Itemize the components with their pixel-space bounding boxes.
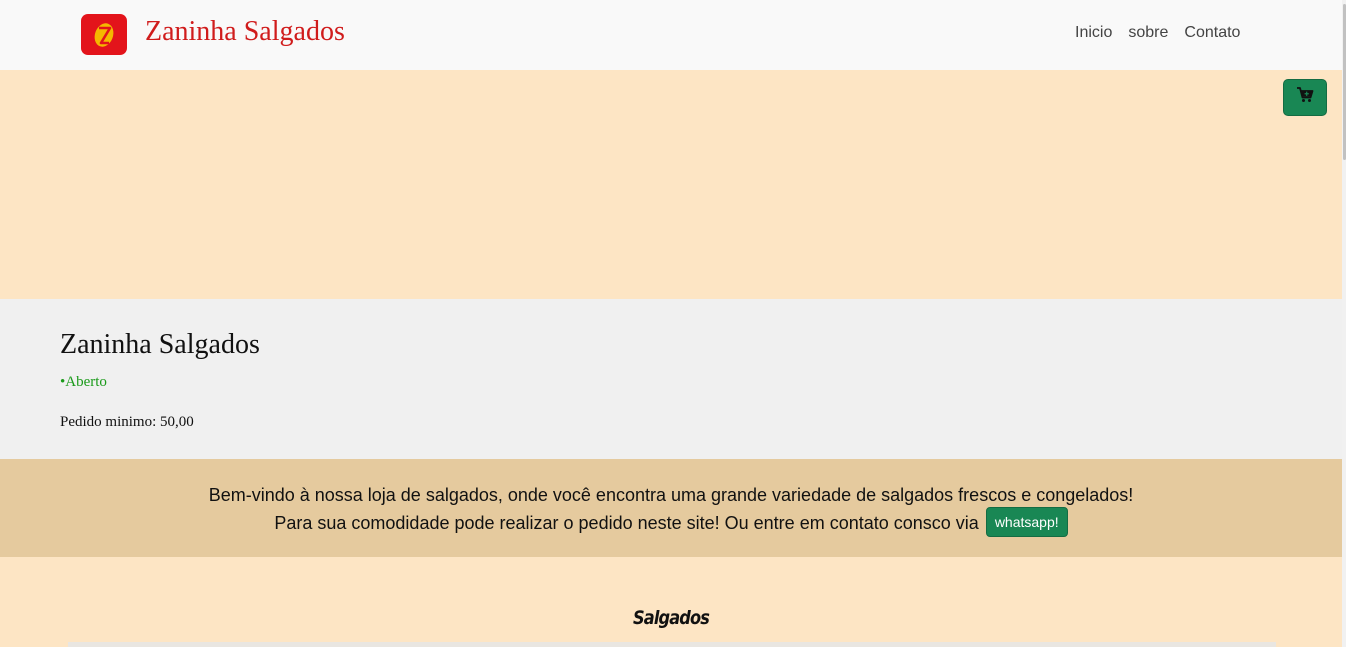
nav-link-sobre[interactable]: sobre xyxy=(1128,24,1168,42)
hero-banner xyxy=(0,70,1342,299)
nav-link-inicio[interactable]: Inicio xyxy=(1075,24,1112,42)
z-logo-icon[interactable] xyxy=(81,14,127,55)
brand-name[interactable]: Zaninha Salgados xyxy=(145,16,345,48)
minimum-order: Pedido minimo: 50,00 xyxy=(60,414,194,430)
store-name: Zaninha Salgados xyxy=(60,329,260,360)
section-divider xyxy=(68,642,1276,647)
cart-plus-icon xyxy=(1296,87,1314,108)
cart-button[interactable] xyxy=(1283,79,1327,116)
welcome-text: Bem-vindo à nossa loja de salgados, onde… xyxy=(208,485,1134,505)
whatsapp-button[interactable]: whatsapp! xyxy=(985,507,1068,537)
nav-link-contato[interactable]: Contato xyxy=(1184,24,1240,42)
top-navbar: Zaninha Salgados Inicio sobre Contato xyxy=(0,0,1346,70)
open-status: •Aberto xyxy=(60,374,107,390)
store-info: Zaninha Salgados •Aberto Pedido minimo: … xyxy=(0,299,1342,459)
nav-links: Inicio sobre Contato xyxy=(1075,24,1240,42)
section-title-salgados: Salgados xyxy=(633,607,710,629)
welcome-banner: Bem-vindo à nossa loja de salgados, onde… xyxy=(0,459,1342,557)
order-info-line: Para sua comodidade pode realizar o pedi… xyxy=(0,507,1342,539)
order-info-text: Para sua comodidade pode realizar o pedi… xyxy=(274,512,979,533)
